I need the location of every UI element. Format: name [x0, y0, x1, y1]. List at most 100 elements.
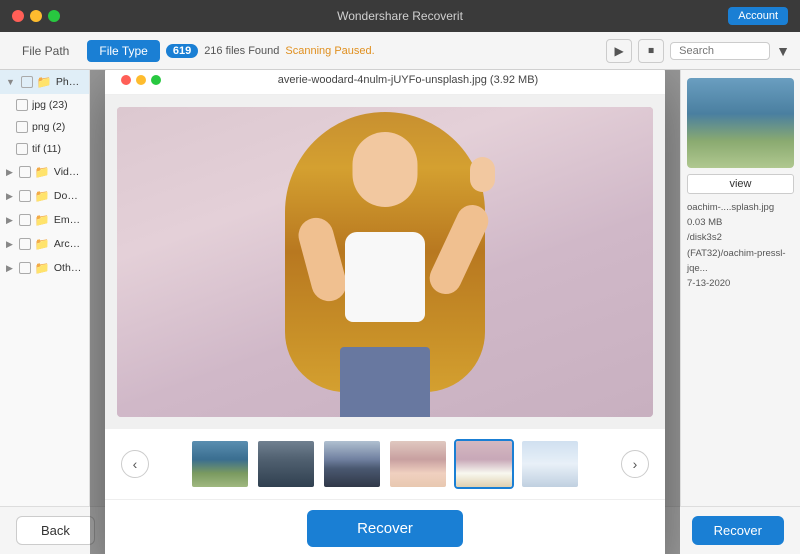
modal-expand-icon[interactable] [151, 75, 161, 85]
filmstrip-prev-button[interactable]: ‹ [121, 450, 149, 478]
sidebar: ▼ 📁 Photo jpg (23) png (2) tif (11) ▶ 📁 … [0, 70, 90, 554]
account-button[interactable]: Account [728, 7, 788, 25]
chevron-right-icon-archive: ▶ [6, 239, 13, 250]
checkbox-others[interactable] [19, 262, 31, 274]
filmstrip-images [157, 439, 613, 489]
preview-modal: averie-woodard-4nulm-jUYFo-unsplash.jpg … [105, 70, 665, 554]
jeans [340, 347, 430, 417]
thumbnail-5[interactable] [520, 439, 580, 489]
modal-close-icon[interactable] [121, 75, 131, 85]
sidebar-label: Photo [56, 76, 83, 88]
chevron-down-icon: ▼ [6, 77, 15, 87]
sidebar-item-png[interactable]: png (2) [0, 116, 89, 138]
maximize-button[interactable] [48, 10, 60, 22]
sidebar-item-document[interactable]: ▶ 📁 Docum [0, 184, 89, 208]
folder-icon-archive: 📁 [35, 237, 50, 251]
modal-traffic-lights [121, 75, 161, 85]
sidebar-item-jpg[interactable]: jpg (23) [0, 94, 89, 116]
thumbnail-1[interactable] [256, 439, 316, 489]
sidebar-label-document: Docum [54, 190, 83, 202]
checkbox-photo[interactable] [21, 76, 33, 88]
chevron-right-icon-email: ▶ [6, 215, 13, 226]
right-panel-thumbnail [687, 78, 794, 168]
checkbox-archive[interactable] [19, 238, 31, 250]
modal-footer: Recover [105, 499, 665, 554]
chevron-right-icon-doc: ▶ [6, 191, 13, 202]
toolbar: File Path File Type 619 216 files Found … [0, 32, 800, 70]
sidebar-label-archive: Archiv [54, 238, 83, 250]
sidebar-item-tif[interactable]: tif (11) [0, 138, 89, 160]
filter-button[interactable]: ▼ [776, 43, 790, 59]
white-top [345, 232, 425, 322]
modal-header: averie-woodard-4nulm-jUYFo-unsplash.jpg … [105, 70, 665, 95]
thumbnail-2[interactable] [322, 439, 382, 489]
play-button[interactable]: ▶ [606, 39, 632, 63]
modal-minimize-icon[interactable] [136, 75, 146, 85]
sidebar-label-png: png (2) [32, 121, 65, 133]
preview-image-content [117, 107, 653, 417]
pause-button[interactable]: ⏹ [638, 39, 664, 63]
right-panel-filename: oachim-....splash.jpg [687, 200, 794, 215]
recover-main-button[interactable]: Recover [692, 516, 784, 545]
checkbox-email[interactable] [19, 214, 31, 226]
right-panel-filesize: 0.03 MB [687, 215, 794, 230]
thumb-woman-pink-img [456, 441, 512, 487]
right-hand [470, 157, 495, 192]
right-panel-location: /disk3s2 (FAT32)/oachim-pressl-jqe... [687, 230, 794, 276]
sidebar-item-others[interactable]: ▶ 📁 Others [0, 256, 89, 280]
close-button[interactable] [12, 10, 24, 22]
sidebar-label-email: Email ( [54, 214, 83, 226]
thumbnail-3[interactable] [388, 439, 448, 489]
chevron-right-icon-others: ▶ [6, 263, 13, 274]
files-found-label: 216 files Found [204, 45, 279, 57]
folder-icon-others: 📁 [35, 261, 50, 275]
traffic-lights [12, 10, 60, 22]
filmstrip-next-button[interactable]: › [621, 450, 649, 478]
file-info: oachim-....splash.jpg 0.03 MB /disk3s2 (… [687, 200, 794, 291]
sidebar-item-email[interactable]: ▶ 📁 Email ( [0, 208, 89, 232]
modal-recover-button[interactable]: Recover [307, 510, 463, 547]
folder-icon-doc: 📁 [35, 189, 50, 203]
tab-file-type[interactable]: File Type [87, 40, 159, 62]
search-input[interactable] [670, 42, 770, 60]
checkbox-document[interactable] [19, 190, 31, 202]
thumb-lake-img [192, 441, 248, 487]
thumb-mountain-img [258, 441, 314, 487]
head [353, 132, 418, 207]
content-area: averie-woodard-4nulm-jUYFo-unsplash.jpg … [90, 70, 680, 554]
preview-image [117, 107, 653, 417]
sidebar-label-jpg: jpg (23) [32, 99, 68, 111]
toolbar-icons: ▶ ⏹ ▼ [606, 39, 790, 63]
checkbox-video[interactable] [19, 166, 31, 178]
thumbnail-4[interactable] [454, 439, 514, 489]
thumb-city-img [324, 441, 380, 487]
right-panel: view oachim-....splash.jpg 0.03 MB /disk… [680, 70, 800, 554]
minimize-button[interactable] [30, 10, 42, 22]
main-layout: ▼ 📁 Photo jpg (23) png (2) tif (11) ▶ 📁 … [0, 70, 800, 554]
right-panel-date: 7-13-2020 [687, 276, 794, 291]
folder-icon-email: 📁 [35, 213, 50, 227]
checkbox-png[interactable] [16, 121, 28, 133]
back-button[interactable]: Back [16, 516, 95, 545]
checkbox-tif[interactable] [16, 143, 28, 155]
checkbox-jpg[interactable] [16, 99, 28, 111]
thumbnail-0[interactable] [190, 439, 250, 489]
sidebar-label-video: Video ( [54, 166, 83, 178]
tab-file-path[interactable]: File Path [10, 40, 81, 62]
modal-filmstrip: ‹ [105, 429, 665, 499]
sidebar-item-video[interactable]: ▶ 📁 Video ( [0, 160, 89, 184]
modal-overlay: averie-woodard-4nulm-jUYFo-unsplash.jpg … [90, 70, 680, 554]
preview-button[interactable]: view [687, 174, 794, 194]
folder-icon-video: 📁 [35, 165, 50, 179]
modal-filename: averie-woodard-4nulm-jUYFo-unsplash.jpg … [167, 74, 649, 86]
sidebar-label-others: Others [54, 262, 83, 274]
scan-status: Scanning Paused. [285, 45, 374, 57]
lake-thumbnail-image [687, 78, 794, 168]
modal-body [105, 95, 665, 429]
sidebar-item-archive[interactable]: ▶ 📁 Archiv [0, 232, 89, 256]
thumb-person-img [390, 441, 446, 487]
app-title: Wondershare Recoverit [337, 9, 463, 23]
sidebar-label-tif: tif (11) [32, 143, 61, 155]
scan-badge: 619 [166, 44, 198, 58]
sidebar-item-photo[interactable]: ▼ 📁 Photo [0, 70, 89, 94]
